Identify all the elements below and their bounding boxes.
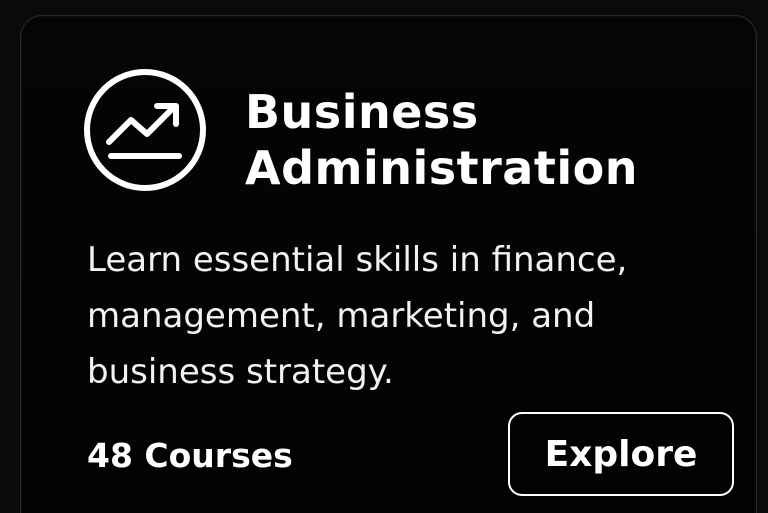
explore-button[interactable]: Explore: [508, 412, 734, 496]
description-line-2: management, marketing, and: [87, 296, 596, 336]
course-count: 48 Courses: [87, 436, 293, 475]
card-title-line-2: Administration: [245, 141, 638, 195]
card-title-line-1: Business: [245, 85, 479, 139]
description-line-3: business strategy.: [87, 352, 394, 392]
course-category-card[interactable]: Business Administration Learn essential …: [20, 15, 757, 513]
card-title: Business Administration: [245, 84, 638, 196]
card-description: Learn essential skills in finance, manag…: [87, 232, 727, 400]
page: Business Administration Learn essential …: [0, 0, 768, 513]
trending-up-chart-icon: [84, 69, 206, 191]
description-line-1: Learn essential skills in finance,: [87, 240, 628, 280]
